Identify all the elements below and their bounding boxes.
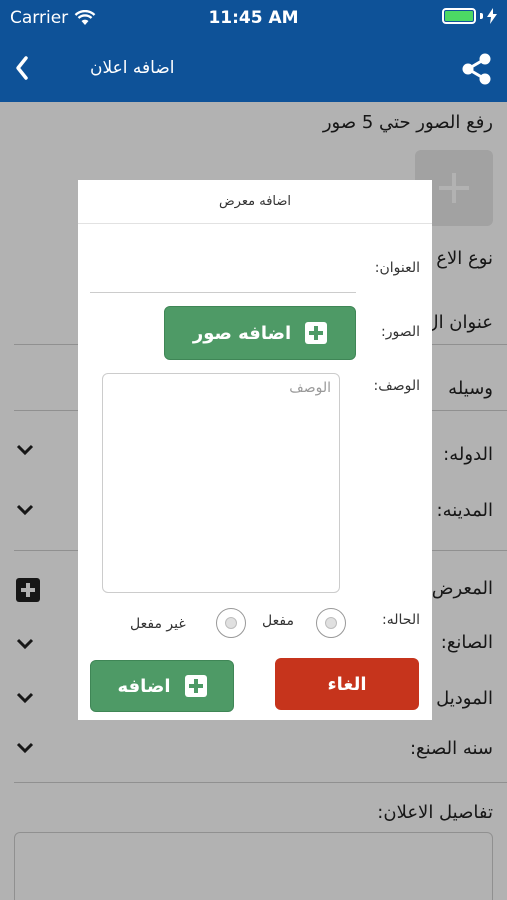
description-label: الوصف: <box>373 378 420 394</box>
status-bar: Carrier 11:45 AM <box>0 0 507 36</box>
title-label: العنوان: <box>374 260 420 276</box>
status-active-radio[interactable] <box>316 608 346 638</box>
add-showroom-dialog: اضافه معرض العنوان: الصور: اضافه صور الو… <box>78 180 432 720</box>
status-active-label: مفعل <box>262 613 294 629</box>
battery-icon <box>442 8 476 24</box>
chevron-left-icon[interactable] <box>12 54 32 82</box>
battery-indicator <box>442 8 497 24</box>
title-input-underline <box>90 292 356 293</box>
navigation-bar: اضافه اعلان <box>0 36 507 102</box>
title-input[interactable] <box>90 252 356 290</box>
cancel-label: الغاء <box>327 673 367 695</box>
add-label: اضافه <box>117 675 171 697</box>
dialog-title: اضافه معرض <box>78 180 432 224</box>
status-label: الحاله: <box>382 612 420 628</box>
cancel-button[interactable]: الغاء <box>275 658 419 710</box>
images-label: الصور: <box>380 324 420 340</box>
description-input[interactable]: الوصف <box>102 373 340 593</box>
status-inactive-label: غير مفعل <box>130 616 186 632</box>
page-title: اضافه اعلان <box>90 58 175 78</box>
charging-bolt-icon <box>487 8 497 24</box>
add-images-button[interactable]: اضافه صور <box>164 306 356 360</box>
plus-icon <box>184 675 207 697</box>
plus-icon <box>305 322 328 344</box>
share-icon[interactable] <box>461 52 493 86</box>
description-placeholder: الوصف <box>289 380 331 396</box>
status-inactive-radio[interactable] <box>216 608 246 638</box>
add-button[interactable]: اضافه <box>90 660 234 712</box>
status-time: 11:45 AM <box>208 8 299 28</box>
add-images-label: اضافه صور <box>192 322 292 344</box>
